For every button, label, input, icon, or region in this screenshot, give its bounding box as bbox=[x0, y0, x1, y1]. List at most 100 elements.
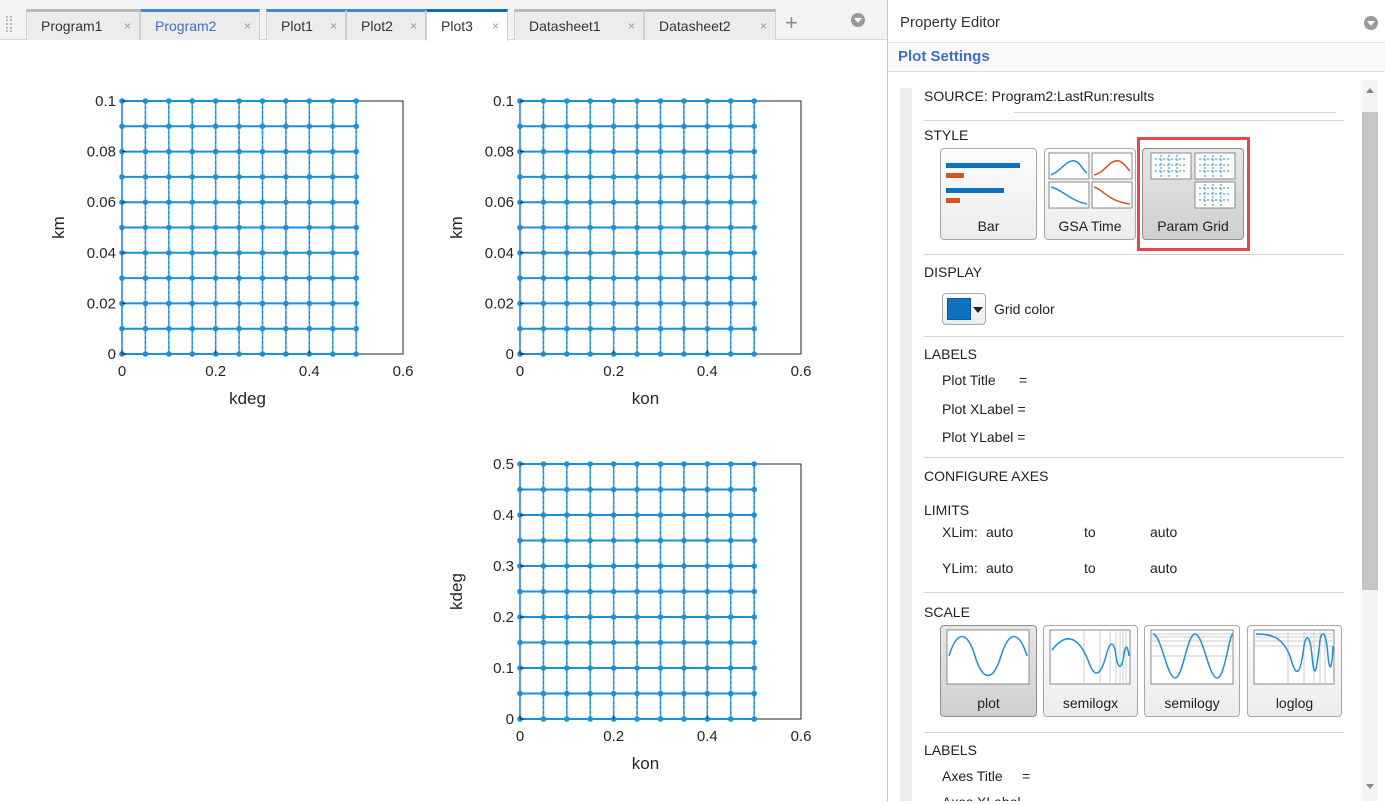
property-editor-panel: Property Editor Plot Settings SOURCE: Pr… bbox=[888, 0, 1385, 801]
style-bar-button[interactable]: Bar bbox=[940, 148, 1037, 240]
data-point bbox=[727, 690, 734, 697]
scroll-up-arrow-icon[interactable] bbox=[1366, 88, 1374, 93]
data-point bbox=[587, 537, 594, 544]
data-point bbox=[657, 461, 664, 467]
x-tick-label: 0.6 bbox=[791, 728, 812, 745]
data-point bbox=[727, 224, 734, 231]
data-point bbox=[212, 174, 219, 180]
close-icon[interactable]: × bbox=[492, 19, 499, 33]
x-tick-label: 0 bbox=[516, 363, 524, 380]
data-point bbox=[751, 716, 757, 722]
data-point bbox=[751, 690, 757, 697]
data-point bbox=[236, 224, 242, 231]
data-point bbox=[657, 351, 664, 357]
tab-datasheet2[interactable]: Datasheet2 × bbox=[644, 9, 776, 40]
add-tab-icon[interactable]: + bbox=[785, 10, 798, 36]
data-point bbox=[657, 639, 664, 646]
scale-semilogx-button[interactable]: semilogx bbox=[1043, 625, 1138, 717]
tab-plot3[interactable]: Plot3 × bbox=[426, 9, 508, 41]
data-point bbox=[704, 148, 711, 155]
close-icon[interactable]: × bbox=[410, 19, 417, 33]
data-point bbox=[166, 148, 172, 155]
scale-semilogy-button[interactable]: semilogy bbox=[1144, 625, 1240, 717]
axes-title-field[interactable]: Axes Title = bbox=[942, 768, 1030, 784]
scroll-down-arrow-icon[interactable] bbox=[1366, 784, 1374, 789]
data-point bbox=[751, 351, 757, 357]
data-point bbox=[142, 275, 149, 281]
style-option-label: GSA Time bbox=[1058, 218, 1122, 234]
xlim-from-field[interactable]: auto bbox=[986, 524, 1013, 540]
grid-color-picker[interactable] bbox=[942, 293, 986, 325]
data-point bbox=[540, 275, 547, 281]
data-point bbox=[751, 123, 757, 130]
data-point bbox=[564, 123, 570, 130]
data-point bbox=[681, 250, 687, 256]
data-point bbox=[142, 148, 149, 155]
plot-xlabel-field[interactable]: Plot XLabel = bbox=[942, 401, 1026, 417]
data-point bbox=[259, 250, 266, 256]
tab-program2[interactable]: Program2 × bbox=[140, 9, 260, 40]
bar-chart-icon bbox=[946, 163, 1020, 203]
data-point bbox=[236, 98, 242, 104]
data-point bbox=[283, 300, 289, 307]
x-tick-label: 0.6 bbox=[791, 363, 812, 380]
tab-plot2[interactable]: Plot2 × bbox=[346, 9, 426, 40]
data-point bbox=[166, 325, 172, 332]
scale-plot-button[interactable]: plot bbox=[940, 625, 1037, 717]
x-tick-label: 0.4 bbox=[697, 363, 718, 380]
data-point bbox=[540, 461, 547, 467]
divider bbox=[924, 457, 1344, 458]
close-icon[interactable]: × bbox=[124, 19, 131, 33]
data-point bbox=[587, 250, 594, 256]
data-point bbox=[189, 199, 196, 205]
x-tick-label: 0.4 bbox=[697, 728, 718, 745]
tab-strip-grip-icon[interactable] bbox=[6, 16, 12, 32]
close-icon[interactable]: × bbox=[330, 19, 337, 33]
data-point bbox=[564, 588, 570, 595]
panel-menu-chevron-icon[interactable] bbox=[1364, 16, 1378, 30]
data-point bbox=[564, 325, 570, 332]
scale-loglog-button[interactable]: loglog bbox=[1247, 625, 1342, 717]
plot-ylabel-field[interactable]: Plot YLabel = bbox=[942, 429, 1025, 445]
data-point bbox=[329, 351, 336, 357]
data-point bbox=[587, 563, 594, 569]
close-icon[interactable]: × bbox=[244, 19, 251, 33]
axes-xlabel-field[interactable]: Axes XLabel bbox=[942, 794, 1021, 801]
divider bbox=[924, 732, 1344, 733]
data-point bbox=[283, 174, 289, 180]
close-icon[interactable]: × bbox=[760, 19, 767, 33]
data-point bbox=[704, 486, 711, 493]
tab-program1[interactable]: Program1 × bbox=[26, 9, 140, 40]
tab-menu-chevron-icon[interactable] bbox=[851, 13, 865, 27]
style-gsa-time-button[interactable]: GSA Time bbox=[1044, 148, 1136, 240]
data-point bbox=[517, 690, 523, 697]
xlim-to-field[interactable]: auto bbox=[1150, 524, 1177, 540]
data-point bbox=[610, 537, 617, 544]
tab-plot1[interactable]: Plot1 × bbox=[266, 9, 346, 40]
data-point bbox=[634, 639, 640, 646]
data-point bbox=[329, 275, 336, 281]
ylim-to-field[interactable]: auto bbox=[1150, 560, 1177, 576]
data-point bbox=[283, 148, 289, 155]
plot-area: 0 0.2 0.4 0.6 0 0.02 0.04 0.06 0.08 0.1 kdeg km 0 0.2… bbox=[0, 40, 887, 801]
ylim-from-field[interactable]: auto bbox=[986, 560, 1013, 576]
close-icon[interactable]: × bbox=[628, 19, 635, 33]
data-point bbox=[353, 300, 359, 307]
data-point bbox=[704, 300, 711, 307]
data-point bbox=[681, 199, 687, 205]
data-point bbox=[657, 250, 664, 256]
configure-axes-heading: CONFIGURE AXES bbox=[924, 468, 1049, 484]
chevron-down-icon bbox=[973, 307, 983, 313]
data-point bbox=[634, 614, 640, 620]
scale-option-label: loglog bbox=[1275, 695, 1314, 711]
data-point bbox=[142, 300, 149, 307]
y-tick-label: 0.08 bbox=[87, 144, 116, 161]
tab-datasheet1[interactable]: Datasheet1 × bbox=[514, 9, 644, 40]
grid-color-swatch bbox=[947, 298, 971, 320]
data-point bbox=[681, 351, 687, 357]
data-point bbox=[306, 123, 313, 130]
data-point bbox=[166, 351, 172, 357]
plot-title-field[interactable]: Plot Title = bbox=[942, 372, 1027, 388]
data-point bbox=[751, 275, 757, 281]
scrollbar-thumb[interactable] bbox=[1362, 112, 1378, 590]
